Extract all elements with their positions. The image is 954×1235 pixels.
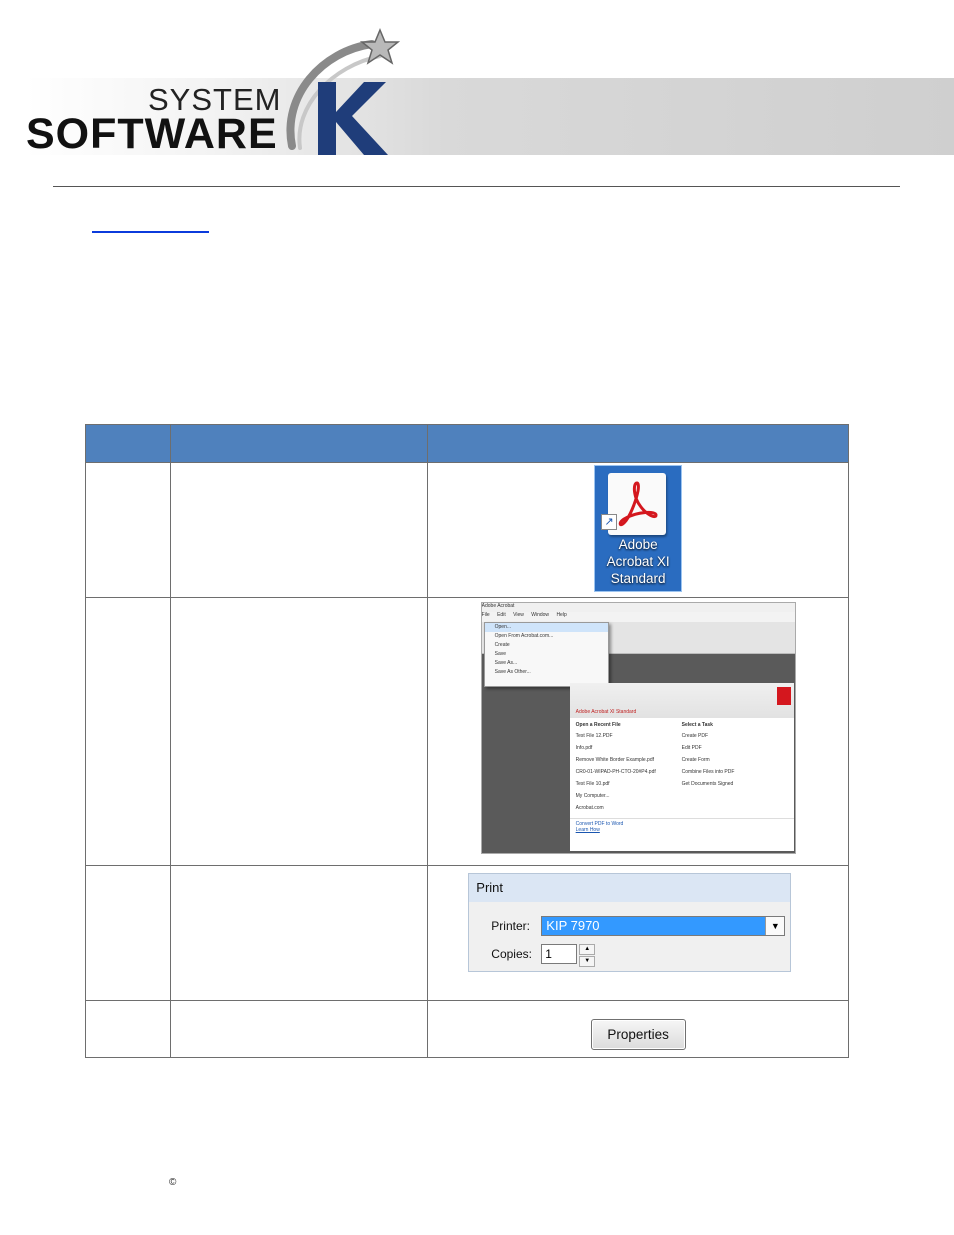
step-cell [85, 597, 171, 866]
table-header-row [85, 424, 849, 463]
recent-file-item[interactable]: Info.pdf [576, 742, 682, 754]
header-step [85, 424, 171, 463]
acrobat-window-screenshot: Adobe Acrobat File Edit View Window Help… [480, 602, 796, 854]
printer-select-value: KIP 7970 [546, 918, 600, 933]
menu-view[interactable]: View [513, 612, 524, 618]
step-cell [85, 1000, 171, 1058]
window-title: Adobe Acrobat [481, 603, 795, 612]
recent-files-heading: Open a Recent File [575, 722, 621, 728]
chevron-down-icon[interactable]: ▼ [765, 917, 785, 935]
copies-label: Copies: [491, 947, 532, 961]
copies-stepper[interactable]: ▲ ▼ [579, 944, 596, 967]
recent-file-item[interactable]: Test File 12.PDF [576, 730, 682, 742]
menu-bar: File Edit View Window Help [481, 612, 795, 622]
header-divider [53, 186, 900, 187]
header-description [169, 424, 429, 463]
description-cell [169, 1000, 429, 1058]
tasks-column: Select a Task Create PDF Edit PDF Create… [682, 722, 788, 814]
adobe-logo-icon [776, 687, 791, 705]
acrobat-shortcut[interactable]: ↗ Adobe Acrobat XI Standard [594, 465, 683, 592]
task-item[interactable]: Combine Files into PDF [682, 766, 788, 778]
table-row: Properties [85, 1000, 849, 1058]
menu-edit[interactable]: Edit [497, 612, 506, 618]
logo-k-letter [318, 82, 388, 155]
menu-item-save-as[interactable]: Save As... [485, 659, 608, 668]
description-cell [169, 462, 429, 598]
stepper-up-icon[interactable]: ▲ [579, 944, 596, 955]
shortcut-arrow-icon: ↗ [601, 514, 618, 530]
task-item[interactable]: Create Form [682, 754, 788, 766]
recent-file-item[interactable]: Remove White Border Example.pdf [576, 754, 682, 766]
task-item[interactable]: Edit PDF [682, 742, 788, 754]
recent-file-item[interactable]: Acrobat.com [576, 802, 682, 814]
menu-item-save-as-other[interactable]: Save As Other... [485, 668, 608, 677]
printer-label: Printer: [491, 919, 530, 933]
welcome-panel: Adobe Acrobat XI Standard Open a Recent … [569, 683, 794, 851]
image-cell: Print Printer: KIP 7970 ▼ Copies: 1 ▲ ▼ [427, 865, 849, 1001]
recent-file-item[interactable]: CR0-01-WIPAD-PH-CTO-20#P4.pdf [576, 766, 682, 778]
description-cell [169, 865, 429, 1001]
table-row: ↗ Adobe Acrobat XI Standard [85, 462, 849, 598]
welcome-columns: Open a Recent File Test File 12.PDF Info… [570, 718, 794, 818]
menu-item-save[interactable]: Save [485, 650, 608, 659]
recent-file-item[interactable]: My Computer... [576, 790, 682, 802]
hyperlink-underline[interactable] [92, 231, 209, 233]
logo-software-text: SOFTWARE [26, 110, 278, 158]
recent-file-item[interactable]: Test File 10.pdf [576, 778, 682, 790]
steps-table: ↗ Adobe Acrobat XI Standard Adobe Acroba… [85, 424, 849, 1058]
step-cell [85, 865, 171, 1001]
task-item[interactable]: Create PDF [682, 730, 788, 742]
print-dialog-title: Print [469, 874, 791, 902]
image-cell: Adobe Acrobat File Edit View Window Help… [427, 597, 849, 866]
promo-section: Convert PDF to Word Learn How [569, 818, 794, 835]
acrobat-icon-label: Adobe Acrobat XI Standard [606, 537, 670, 586]
stepper-down-icon[interactable]: ▼ [579, 956, 596, 967]
header-image [427, 424, 849, 463]
menu-item-open-acrobat-com[interactable]: Open From Acrobat.com... [485, 632, 608, 641]
file-menu-dropdown: Open... Open From Acrobat.com... Create … [483, 622, 609, 687]
printer-select[interactable]: KIP 7970 ▼ [541, 916, 786, 936]
description-cell [169, 597, 429, 866]
tasks-heading: Select a Task [681, 722, 713, 728]
menu-file[interactable]: File [482, 612, 490, 618]
image-cell: ↗ Adobe Acrobat XI Standard [427, 462, 849, 598]
menu-help[interactable]: Help [556, 612, 566, 618]
table-row: Adobe Acrobat File Edit View Window Help… [85, 597, 849, 866]
print-dialog: Print Printer: KIP 7970 ▼ Copies: 1 ▲ ▼ [468, 873, 792, 972]
menu-item-open[interactable]: Open... [484, 623, 608, 632]
menu-item-create[interactable]: Create [485, 641, 608, 650]
recent-files-column: Open a Recent File Test File 12.PDF Info… [576, 722, 682, 814]
table-row: Print Printer: KIP 7970 ▼ Copies: 1 ▲ ▼ [85, 865, 849, 1001]
promo-link[interactable]: Learn How [576, 827, 788, 833]
step-cell [85, 462, 171, 598]
welcome-panel-title: Adobe Acrobat XI Standard [575, 709, 637, 715]
task-item[interactable]: Get Documents Signed [682, 778, 788, 790]
copies-input[interactable]: 1 [541, 944, 578, 964]
properties-button[interactable]: Properties [590, 1019, 686, 1050]
menu-window[interactable]: Window [531, 612, 549, 618]
welcome-panel-header: Adobe Acrobat XI Standard [569, 683, 794, 718]
image-cell: Properties [427, 1000, 849, 1058]
copyright-symbol: © [169, 1177, 177, 1188]
